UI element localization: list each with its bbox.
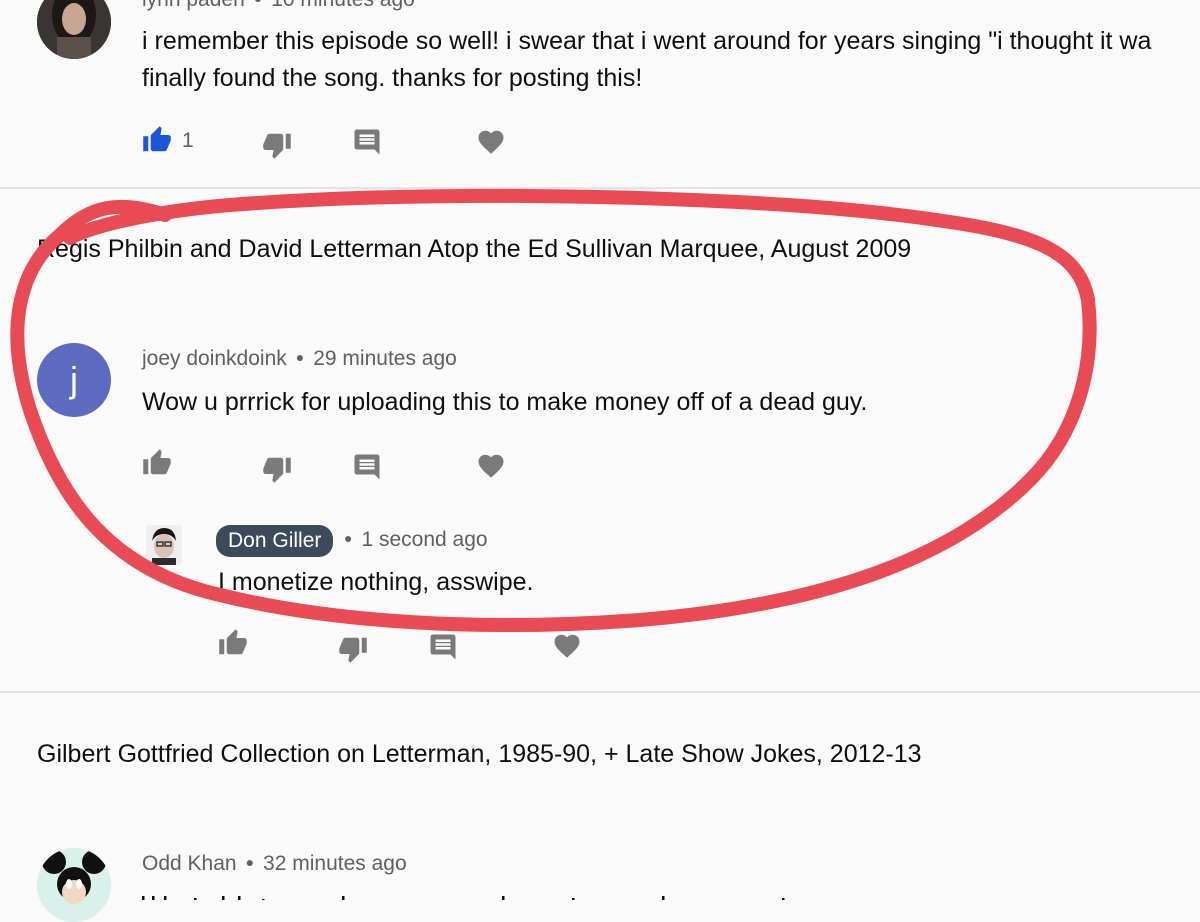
comment-meta: lynn paden ● 10 minutes ago [142,0,415,12]
avatar[interactable] [37,0,111,59]
avatar-photo [37,0,111,59]
comment-meta: ● 1 second ago [344,528,488,552]
comment-time[interactable]: 1 second ago [361,528,487,551]
video-title[interactable]: Regis Philbin and David Letterman Atop t… [37,235,911,264]
heart-icon[interactable] [552,631,582,661]
video-title[interactable]: Gilbert Gottfried Collection on Letterma… [37,740,922,769]
reply-icon[interactable] [428,632,458,662]
thumbs-up-icon[interactable] [142,125,172,155]
comment-text-line-1: i remember this episode so well! i swear… [142,27,1152,55]
separator-dot: ● [344,530,353,546]
thumbs-down-icon[interactable] [262,454,292,484]
section-divider [0,691,1200,693]
mickey-avatar-icon [37,848,111,922]
avatar[interactable]: j [37,343,111,417]
thumbs-down-icon[interactable] [262,130,292,160]
comment-text: I monetize nothing, asswipe. [218,568,534,596]
comment-author[interactable]: lynn paden [142,0,245,11]
avatar-letter: j [70,359,78,400]
comment-text-cutoff [142,891,802,900]
section-divider [0,187,1200,189]
separator-dot: ● [254,0,262,6]
comment-text-line-2: finally found the song. thanks for posti… [142,64,643,92]
channel-owner-badge[interactable]: Don Giller [216,525,334,557]
comment-time[interactable]: 10 minutes ago [271,0,415,11]
thumbs-up-icon[interactable] [142,448,172,478]
avatar-photo [146,525,182,565]
comment-meta: Odd Khan ● 32 minutes ago [142,852,407,876]
avatar[interactable] [146,525,182,565]
heart-icon[interactable] [476,127,506,157]
comment-time[interactable]: 29 minutes ago [313,347,457,370]
comment-meta: joey doinkdoink ● 29 minutes ago [142,347,457,371]
comment-time[interactable]: 32 minutes ago [263,852,407,875]
thumbs-up-icon[interactable] [218,628,248,658]
separator-dot: ● [245,854,255,870]
reply-icon[interactable] [352,452,382,482]
reply-icon[interactable] [352,127,382,157]
heart-icon[interactable] [476,451,506,481]
comment-author[interactable]: joey doinkdoink [142,347,287,370]
comment-text: Wow u prrrick for uploading this to make… [142,388,868,416]
avatar[interactable] [37,848,111,922]
thumbs-down-icon[interactable] [338,634,368,664]
like-count: 1 [182,129,194,152]
separator-dot: ● [295,349,305,365]
comment-author[interactable]: Odd Khan [142,852,237,875]
